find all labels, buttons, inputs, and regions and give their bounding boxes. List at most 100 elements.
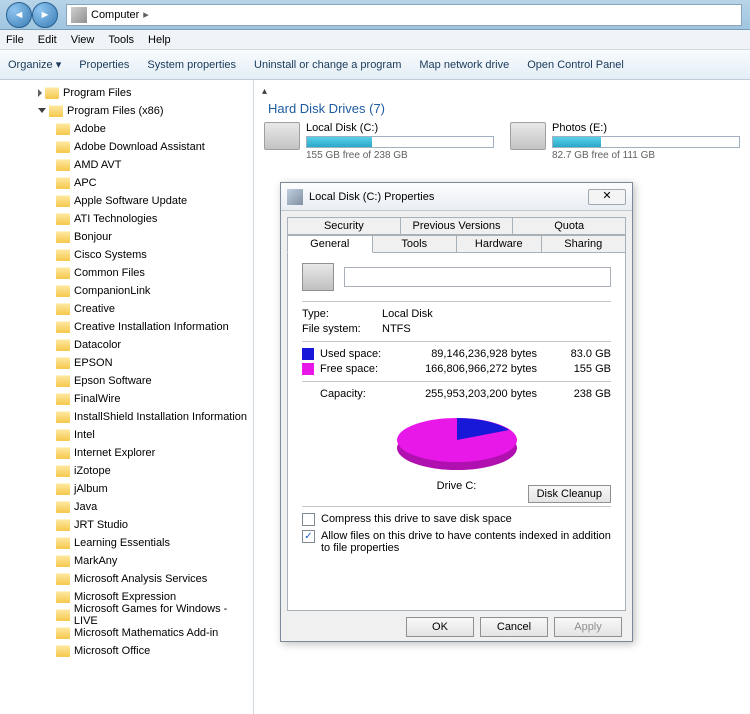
toolbar-system-properties[interactable]: System properties xyxy=(147,59,236,71)
expand-icon[interactable] xyxy=(38,108,46,117)
tree-folder[interactable]: Datacolor xyxy=(0,336,253,354)
tree-folder[interactable]: Intel xyxy=(0,426,253,444)
dialog-titlebar[interactable]: Local Disk (C:) Properties ✕ xyxy=(281,183,632,211)
tree-label: jAlbum xyxy=(74,483,108,495)
tree-folder[interactable]: Apple Software Update xyxy=(0,192,253,210)
drive-item[interactable]: Local Disk (C:) 155 GB free of 238 GB xyxy=(264,122,494,161)
free-gb: 155 GB xyxy=(555,363,611,375)
folder-icon xyxy=(56,609,70,621)
disk-cleanup-button[interactable]: Disk Cleanup xyxy=(528,485,611,503)
folder-icon xyxy=(56,591,70,603)
folder-tree[interactable]: Program Files Program Files (x86) AdobeAdo… xyxy=(0,80,254,714)
tree-folder[interactable]: Internet Explorer xyxy=(0,444,253,462)
tree-folder[interactable]: JRT Studio xyxy=(0,516,253,534)
drive-label-input[interactable] xyxy=(344,267,611,287)
index-checkbox[interactable]: ✓ xyxy=(302,530,315,543)
ok-button[interactable]: OK xyxy=(406,617,474,637)
tree-folder[interactable]: Learning Essentials xyxy=(0,534,253,552)
tab-tools[interactable]: Tools xyxy=(373,235,458,253)
tree-folder[interactable]: iZotope xyxy=(0,462,253,480)
folder-icon xyxy=(56,483,70,495)
usage-bar xyxy=(552,136,740,148)
tree-label: CompanionLink xyxy=(74,285,150,297)
tree-folder[interactable]: Microsoft Mathematics Add-in xyxy=(0,624,253,642)
drive-name: Local Disk (C:) xyxy=(306,122,494,134)
tree-label: Program Files (x86) xyxy=(67,105,164,117)
tree-folder[interactable]: FinalWire xyxy=(0,390,253,408)
tree-label: Microsoft Games for Windows - LIVE xyxy=(74,603,253,627)
type-value: Local Disk xyxy=(382,308,433,320)
tree-folder[interactable]: Common Files xyxy=(0,264,253,282)
folder-icon xyxy=(56,447,70,459)
tab-general[interactable]: General xyxy=(287,235,373,253)
tree-label: Common Files xyxy=(74,267,145,279)
used-color-swatch xyxy=(302,348,314,360)
folder-icon xyxy=(56,501,70,513)
tree-folder[interactable]: Cisco Systems xyxy=(0,246,253,264)
breadcrumb[interactable]: Computer xyxy=(91,9,139,21)
cancel-button[interactable]: Cancel xyxy=(480,617,548,637)
menu-tools[interactable]: Tools xyxy=(108,34,134,46)
folder-icon xyxy=(56,321,70,333)
folder-icon xyxy=(45,87,59,99)
tree-folder[interactable]: APC xyxy=(0,174,253,192)
tree-folder[interactable]: Bonjour xyxy=(0,228,253,246)
filesystem-value: NTFS xyxy=(382,323,411,335)
tree-folder[interactable]: Adobe Download Assistant xyxy=(0,138,253,156)
drive-item[interactable]: Photos (E:) 82.7 GB free of 111 GB xyxy=(510,122,740,161)
tree-label: Creative Installation Information xyxy=(74,321,229,333)
tree-folder[interactable]: Microsoft Analysis Services xyxy=(0,570,253,588)
toolbar-properties[interactable]: Properties xyxy=(79,59,129,71)
tree-folder[interactable]: ATI Technologies xyxy=(0,210,253,228)
tab-quota[interactable]: Quota xyxy=(513,217,626,235)
folder-icon xyxy=(56,357,70,369)
drive-icon xyxy=(264,122,300,150)
menu-edit[interactable]: Edit xyxy=(38,34,57,46)
apply-button[interactable]: Apply xyxy=(554,617,622,637)
folder-icon xyxy=(56,537,70,549)
close-button[interactable]: ✕ xyxy=(588,189,626,205)
tree-folder[interactable]: Creative Installation Information xyxy=(0,318,253,336)
toolbar-uninstall[interactable]: Uninstall or change a program xyxy=(254,59,401,71)
tree-folder[interactable]: InstallShield Installation Information xyxy=(0,408,253,426)
tree-folder[interactable]: jAlbum xyxy=(0,480,253,498)
menu-file[interactable]: File xyxy=(6,34,24,46)
tree-folder[interactable]: MarkAny xyxy=(0,552,253,570)
tree-folder[interactable]: Microsoft Office xyxy=(0,642,253,660)
tree-folder[interactable]: Program Files xyxy=(0,84,253,102)
tab-hardware[interactable]: Hardware xyxy=(457,235,542,253)
toolbar-map-drive[interactable]: Map network drive xyxy=(419,59,509,71)
tab-previous-versions[interactable]: Previous Versions xyxy=(401,217,514,235)
menu-view[interactable]: View xyxy=(71,34,95,46)
tree-label: Epson Software xyxy=(74,375,152,387)
chevron-right-icon[interactable]: ▸ xyxy=(143,8,149,21)
tree-folder[interactable]: CompanionLink xyxy=(0,282,253,300)
tree-folder[interactable]: Program Files (x86) xyxy=(0,102,253,120)
tree-folder[interactable]: Epson Software xyxy=(0,372,253,390)
back-button[interactable]: ◄ xyxy=(6,2,32,28)
compress-checkbox[interactable] xyxy=(302,513,315,526)
tree-label: Learning Essentials xyxy=(74,537,170,549)
folder-icon xyxy=(56,393,70,405)
used-gb: 83.0 GB xyxy=(555,348,611,360)
tab-sharing[interactable]: Sharing xyxy=(542,235,627,253)
folder-icon xyxy=(56,123,70,135)
toolbar-control-panel[interactable]: Open Control Panel xyxy=(527,59,624,71)
organize-menu[interactable]: Organize ▾ xyxy=(8,58,61,71)
menu-help[interactable]: Help xyxy=(148,34,171,46)
tab-security[interactable]: Security xyxy=(287,217,401,235)
tree-folder[interactable]: EPSON xyxy=(0,354,253,372)
drive-icon xyxy=(302,263,334,291)
filesystem-label: File system: xyxy=(302,323,382,335)
tab-panel-general: Type:Local Disk File system:NTFS Used sp… xyxy=(287,253,626,611)
forward-button[interactable]: ► xyxy=(32,2,58,28)
tree-folder[interactable]: Java xyxy=(0,498,253,516)
address-bar[interactable]: Computer ▸ xyxy=(66,4,742,26)
usage-pie-chart xyxy=(387,408,527,478)
tree-folder[interactable]: Adobe xyxy=(0,120,253,138)
tree-folder[interactable]: Microsoft Games for Windows - LIVE xyxy=(0,606,253,624)
expand-icon[interactable] xyxy=(38,89,42,97)
capacity-label: Capacity: xyxy=(320,388,398,400)
tree-folder[interactable]: AMD AVT xyxy=(0,156,253,174)
tree-folder[interactable]: Creative xyxy=(0,300,253,318)
